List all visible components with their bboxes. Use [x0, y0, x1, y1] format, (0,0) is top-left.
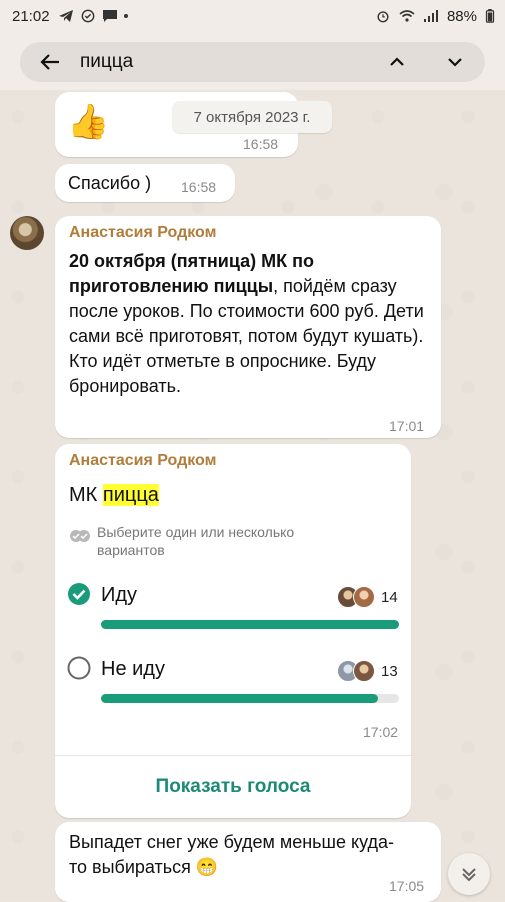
poll-vote-count: 13 [381, 663, 398, 680]
message-time: 16:58 [181, 179, 217, 195]
checkmark-circle-icon [68, 583, 90, 605]
message-bubble-announcement[interactable]: Анастасия Родком 20 октября (пятница) МК… [55, 216, 441, 438]
back-button[interactable] [30, 42, 70, 82]
message-body: 20 октября (пятница) МК по приготовлению… [69, 249, 431, 399]
scroll-to-bottom-button[interactable] [448, 853, 490, 895]
chevron-up-icon [390, 57, 404, 66]
search-next-button[interactable] [441, 48, 469, 76]
search-highlight: пицца [102, 484, 159, 506]
message-time: 17:02 [363, 724, 399, 740]
poll-hint: Выберите один или несколько вариантов [97, 524, 295, 558]
show-votes-button[interactable]: Показать голоса [55, 755, 411, 818]
sender-name: Анастасия Родком [69, 224, 217, 241]
battery-icon [485, 9, 495, 23]
message-time: 16:58 [243, 136, 279, 152]
message-time: 17:01 [389, 418, 425, 434]
double-check-icon [70, 530, 90, 542]
sender-avatar[interactable] [10, 216, 44, 250]
search-prev-button[interactable] [383, 48, 411, 76]
message-bubble-text[interactable]: Спасибо ) 16:58 [55, 164, 235, 202]
search-bar [20, 42, 485, 82]
chat-icon [102, 10, 117, 22]
message-text: Выпадет снег уже будем меньше куда-то вы… [69, 832, 394, 877]
thumbs-up-emoji: 👍 [67, 103, 110, 141]
search-header [0, 32, 505, 90]
date-separator: 7 октября 2023 г. [172, 101, 332, 133]
poll-option-not-go[interactable]: Не иду 13 [55, 654, 411, 710]
sender-name: Анастасия Родком [69, 452, 217, 469]
poll-option-label: Не иду [101, 658, 165, 680]
check-circle-icon [81, 9, 94, 23]
wifi-icon [399, 10, 415, 22]
arrow-left-icon [40, 54, 59, 70]
voter-avatar [353, 586, 375, 608]
status-bar: 21:02 88% [0, 0, 505, 32]
message-time: 17:05 [389, 878, 425, 894]
alarm-icon [377, 11, 389, 23]
signal-icon [423, 10, 438, 22]
poll-progress-track [101, 694, 399, 703]
double-chevron-down-icon [462, 868, 476, 882]
telegram-icon [58, 10, 73, 22]
message-bubble-text[interactable]: Выпадет снег уже будем меньше куда-то вы… [55, 822, 441, 902]
notification-dot [123, 14, 128, 18]
poll-vote-count: 14 [381, 589, 398, 606]
battery-percent: 88% [446, 7, 477, 25]
poll-title: МК пицца [69, 484, 159, 507]
search-input[interactable] [78, 50, 362, 74]
poll-bubble: Анастасия Родком МК пицца Выберите один … [55, 444, 411, 818]
poll-option-go[interactable]: Иду 14 [55, 580, 411, 636]
poll-title-prefix: МК [69, 484, 103, 506]
chevron-down-icon [448, 58, 462, 67]
poll-progress-fill [101, 694, 379, 703]
status-time: 21:02 [12, 7, 50, 25]
poll-progress-fill [101, 620, 399, 629]
poll-progress-track [101, 620, 399, 629]
empty-circle-icon [67, 656, 91, 680]
message-text: Спасибо ) [68, 173, 152, 193]
voter-avatar [353, 660, 375, 682]
poll-option-label: Иду [101, 584, 138, 606]
